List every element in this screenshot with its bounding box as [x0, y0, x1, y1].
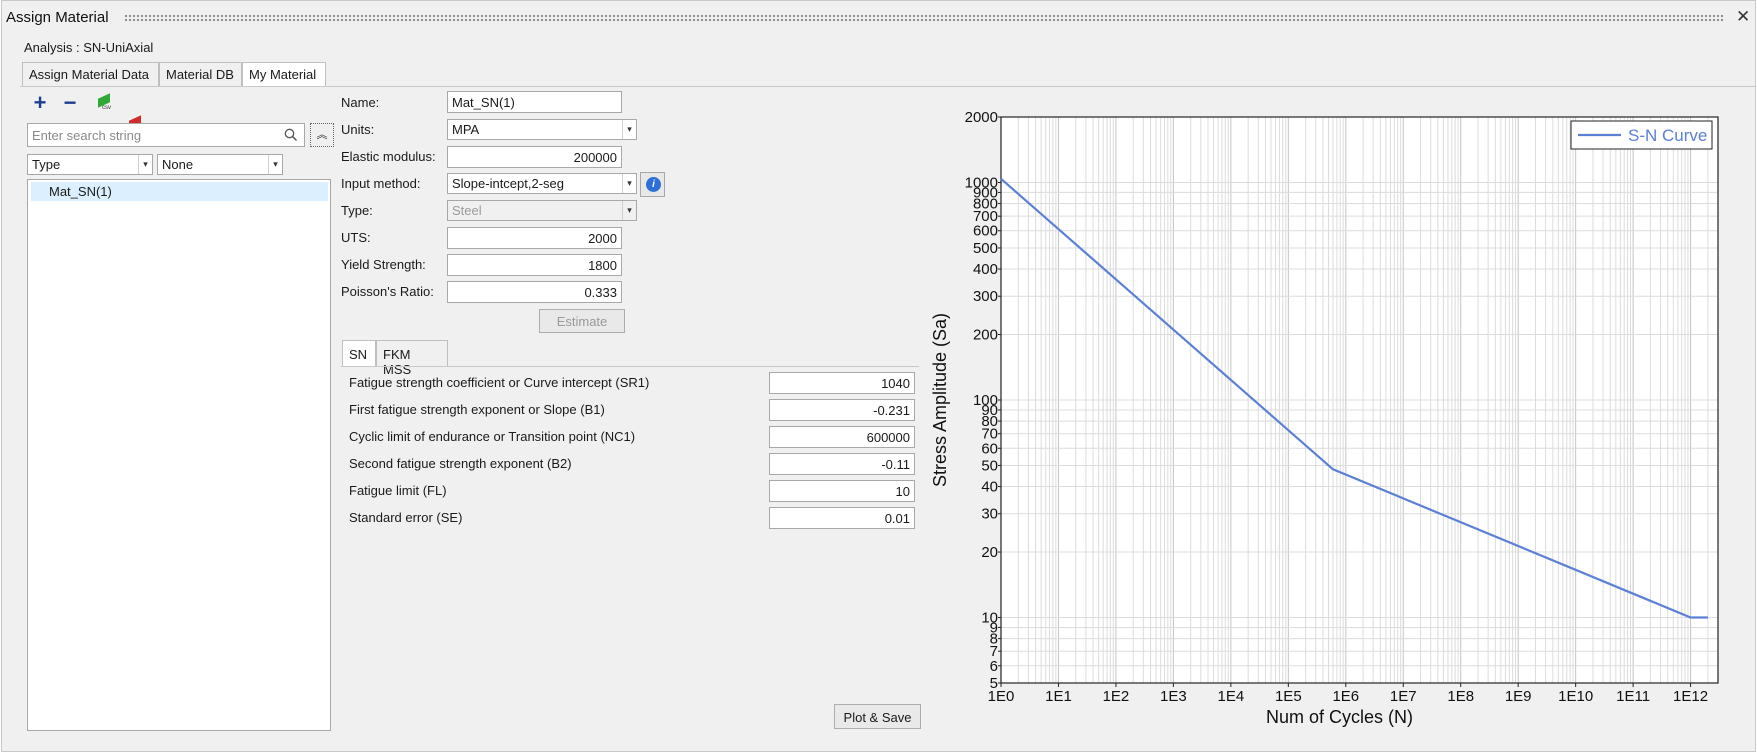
y-tick-label: 60	[981, 440, 998, 457]
tab-fkm-mss[interactable]: FKM MSS	[376, 340, 448, 377]
b2-label: Second fatigue strength exponent (B2)	[349, 456, 572, 471]
x-tick-label: 1E11	[1616, 688, 1650, 705]
b1-field[interactable]: -0.231	[769, 399, 915, 421]
material-list[interactable]	[27, 179, 331, 731]
b1-label: First fatigue strength exponent or Slope…	[349, 402, 605, 417]
type-select[interactable]: Steel ▾	[447, 200, 637, 221]
y-tick-label: 200	[973, 327, 998, 344]
y-tick-label: 40	[981, 479, 998, 496]
type-filter-select[interactable]: Type ▾	[27, 154, 153, 175]
sn-chart-svg: 1E0 1E1 1E2 1E3 1E4 1E5 1E6 1E7 1E8 1E9 1E10 1E11 1E…	[930, 109, 1719, 727]
analysis-label: Analysis : SN-UniAxial	[24, 40, 154, 55]
tab-divider	[20, 86, 1755, 87]
y-tick-label: 2000	[965, 109, 998, 126]
y-axis-label: Stress Amplitude (Sa)	[930, 313, 950, 487]
y-tick-label: 300	[973, 288, 998, 305]
x-tick-label: 1E10	[1558, 688, 1593, 705]
y-tick-label: 1000	[965, 174, 998, 191]
fl-label: Fatigue limit (FL)	[349, 483, 447, 498]
type-value: Steel	[452, 203, 482, 218]
x-tick-label: 1E9	[1505, 688, 1532, 705]
se-field[interactable]: 0.01	[769, 507, 915, 529]
chevron-down-icon: ▾	[622, 174, 636, 193]
tab-my-material[interactable]: My Material	[242, 62, 326, 87]
value-filter-select[interactable]: None ▾	[157, 154, 283, 175]
y-tick-label: 400	[973, 261, 998, 278]
search-icon[interactable]	[283, 127, 299, 143]
yield-strength-label: Yield Strength:	[341, 257, 426, 272]
sr1-field[interactable]: 1040	[769, 372, 915, 394]
chevron-down-icon: ▾	[268, 155, 282, 174]
plot-save-button[interactable]: Plot & Save	[834, 704, 921, 729]
chevron-down-icon: ▾	[138, 155, 152, 174]
legend-label: S-N Curve	[1628, 126, 1707, 145]
sn-chart: 1E0 1E1 1E2 1E3 1E4 1E5 1E6 1E7 1E8 1E9 1E10 1E11 1E…	[920, 100, 1720, 733]
y-tick-label: 50	[981, 457, 998, 474]
plus-icon: +	[33, 90, 47, 115]
b2-field[interactable]: -0.11	[769, 453, 915, 475]
type-label: Type:	[341, 203, 373, 218]
list-item[interactable]: Mat_SN(1)	[31, 182, 328, 201]
minus-icon: −	[63, 90, 77, 115]
y-tick-label: 10	[981, 610, 998, 627]
y-tick-label: 20	[981, 544, 998, 561]
title-gripper[interactable]	[124, 14, 1724, 23]
sr1-label: Fatigue strength coefficient or Curve in…	[349, 375, 650, 390]
search-input[interactable]: Enter search string	[27, 123, 305, 147]
x-tick-label: 1E1	[1045, 688, 1072, 705]
collapse-button[interactable]: ︽	[310, 123, 334, 147]
x-tick-label: 1E3	[1160, 688, 1187, 705]
fl-field[interactable]: 10	[769, 480, 915, 502]
y-tick-label: 30	[981, 506, 998, 523]
chevron-down-icon: ▾	[622, 120, 636, 139]
add-material-button[interactable]: +	[29, 92, 51, 116]
y-tick-label: 600	[973, 223, 998, 240]
poissons-ratio-field[interactable]: 0.333	[447, 281, 622, 303]
poissons-ratio-label: Poisson's Ratio:	[341, 284, 434, 299]
x-tick-label: 1E8	[1447, 688, 1474, 705]
tab-material-db[interactable]: Material DB	[159, 62, 242, 87]
y-tick-label: 5	[990, 675, 998, 692]
subtab-divider	[341, 366, 919, 367]
remove-material-button[interactable]: −	[59, 92, 81, 116]
uts-field[interactable]: 2000	[447, 227, 622, 249]
y-tick-label: 6	[990, 658, 998, 675]
uts-label: UTS:	[341, 230, 371, 245]
window-title: Assign Material	[6, 9, 109, 26]
nc1-label: Cyclic limit of endurance or Transition …	[349, 429, 636, 444]
x-tick-label: 1E6	[1332, 688, 1359, 705]
x-tick-label: 1E5	[1275, 688, 1302, 705]
y-tick-label: 100	[973, 392, 998, 409]
nc1-field[interactable]: 600000	[769, 426, 915, 448]
value-filter-value: None	[162, 157, 194, 172]
se-label: Standard error (SE)	[349, 510, 463, 525]
elastic-modulus-field[interactable]: 200000	[447, 146, 622, 168]
units-select[interactable]: MPA ▾	[447, 119, 637, 140]
x-tick-label: 1E2	[1103, 688, 1130, 705]
info-button[interactable]: i	[640, 172, 665, 197]
x-tick-label: 1E7	[1390, 688, 1417, 705]
x-tick-label: 1E4	[1218, 688, 1245, 705]
chevron-down-icon: ▾	[622, 201, 636, 220]
info-icon: i	[646, 177, 661, 192]
input-method-label: Input method:	[341, 176, 421, 191]
input-method-select[interactable]: Slope-intcept,2-seg ▾	[447, 173, 637, 194]
import-csv-button[interactable]: csv	[95, 93, 117, 116]
close-icon[interactable]: ✕	[1736, 7, 1750, 27]
x-axis-label: Num of Cycles (N)	[1266, 707, 1413, 727]
x-tick-label: 1E12	[1673, 688, 1708, 705]
estimate-button[interactable]: Estimate	[539, 309, 625, 333]
elastic-modulus-label: Elastic modulus:	[341, 149, 436, 164]
name-label: Name:	[341, 95, 380, 110]
units-label: Units:	[341, 122, 375, 137]
import-csv-label: csv	[102, 105, 111, 111]
y-tick-label: 500	[973, 240, 998, 257]
yield-strength-field[interactable]: 1800	[447, 254, 622, 276]
tab-sn[interactable]: SN	[342, 340, 376, 367]
name-field[interactable]: Mat_SN(1)	[447, 91, 622, 113]
type-filter-value: Type	[32, 157, 61, 172]
input-method-value: Slope-intcept,2-seg	[452, 176, 565, 191]
tab-assign-material-data[interactable]: Assign Material Data	[22, 62, 159, 87]
units-value: MPA	[452, 122, 480, 137]
